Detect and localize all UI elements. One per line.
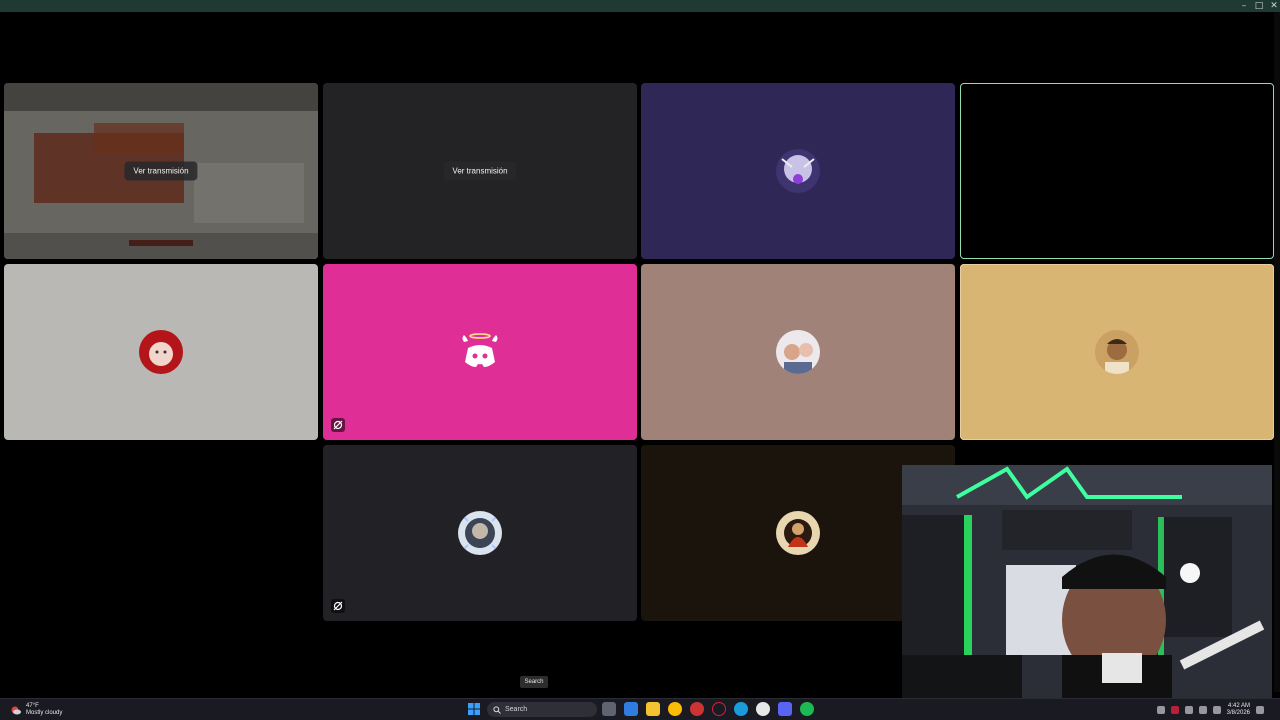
webcam-overlay <box>902 465 1272 698</box>
watch-stream-button[interactable]: Ver transmisión <box>124 161 198 181</box>
webcam-video-image <box>902 465 1272 698</box>
chrome-icon[interactable] <box>668 702 682 716</box>
start-icon[interactable] <box>467 702 481 716</box>
spotify-icon[interactable] <box>800 702 814 716</box>
network-icon[interactable] <box>1198 706 1207 714</box>
participant-tile-6[interactable] <box>323 264 637 440</box>
obs-icon[interactable] <box>756 702 770 716</box>
chevron-up-icon[interactable] <box>1156 706 1165 714</box>
participant-tile-5[interactable] <box>4 264 318 440</box>
stream-tile-2[interactable]: Ver transmisión <box>323 83 637 259</box>
search-tooltip: Search <box>520 676 548 688</box>
red-hood-avatar-icon <box>139 330 183 374</box>
notifications-icon[interactable] <box>1256 706 1264 714</box>
edge-icon[interactable] <box>734 702 748 716</box>
clock[interactable]: 4:42 AM 3/8/2026 <box>1227 703 1250 717</box>
app-window: – □ ✕ Ver transmisión Ver transmisión Se… <box>0 0 1280 720</box>
search-placeholder: Search <box>505 706 528 713</box>
photo-avatar-icon <box>776 330 820 374</box>
volume-icon[interactable] <box>1212 706 1221 714</box>
opera-icon[interactable] <box>712 702 726 716</box>
task-view-icon[interactable] <box>602 702 616 716</box>
participant-tile-3[interactable] <box>641 83 955 259</box>
man-avatar-icon <box>1095 330 1139 374</box>
system-tray: 4:42 AM 3/8/2026 <box>1156 701 1264 719</box>
search-icon <box>493 705 501 714</box>
anime-avatar-icon <box>776 149 820 193</box>
clock-date: 3/8/2026 <box>1226 710 1250 716</box>
cloud-icon <box>11 706 21 715</box>
muted-icon <box>331 418 345 432</box>
taskbar-search[interactable]: Search <box>487 702 597 717</box>
participant-tile-8[interactable] <box>960 264 1274 440</box>
scrollbar[interactable] <box>1274 12 1280 692</box>
snowflake-avatar-icon <box>458 511 502 555</box>
title-bar: – □ ✕ <box>0 0 1280 12</box>
weather-widget[interactable]: 47°F Mostly cloudy <box>10 701 62 719</box>
file-explorer-icon[interactable] <box>646 702 660 716</box>
participant-tile-4[interactable] <box>960 83 1274 259</box>
microphone-icon[interactable] <box>1184 706 1193 714</box>
stream-tile-1[interactable]: Ver transmisión <box>4 83 318 259</box>
chrome-dev-icon[interactable] <box>690 702 704 716</box>
weather-temperature: 47°F <box>26 703 39 709</box>
copilot-icon[interactable] <box>624 702 638 716</box>
close-icon[interactable]: ✕ <box>1266 0 1280 12</box>
gold-avatar-icon <box>776 511 820 555</box>
participant-tile-9[interactable] <box>323 445 637 621</box>
discord-icon[interactable] <box>778 702 792 716</box>
discord-logo-icon <box>458 330 502 374</box>
weather-condition: Mostly cloudy <box>26 710 63 716</box>
participant-tile-7[interactable] <box>641 264 955 440</box>
muted-icon <box>331 599 345 613</box>
clock-time: 4:42 AM <box>1227 703 1250 709</box>
maximize-icon[interactable]: □ <box>1251 0 1267 12</box>
watch-stream-button[interactable]: Ver transmisión <box>443 161 517 181</box>
taskbar: 47°F Mostly cloudy Search 4:42 AM 3/8/20… <box>0 698 1280 720</box>
minimize-icon[interactable]: – <box>1236 0 1252 12</box>
app-tray-icon[interactable] <box>1170 706 1179 714</box>
